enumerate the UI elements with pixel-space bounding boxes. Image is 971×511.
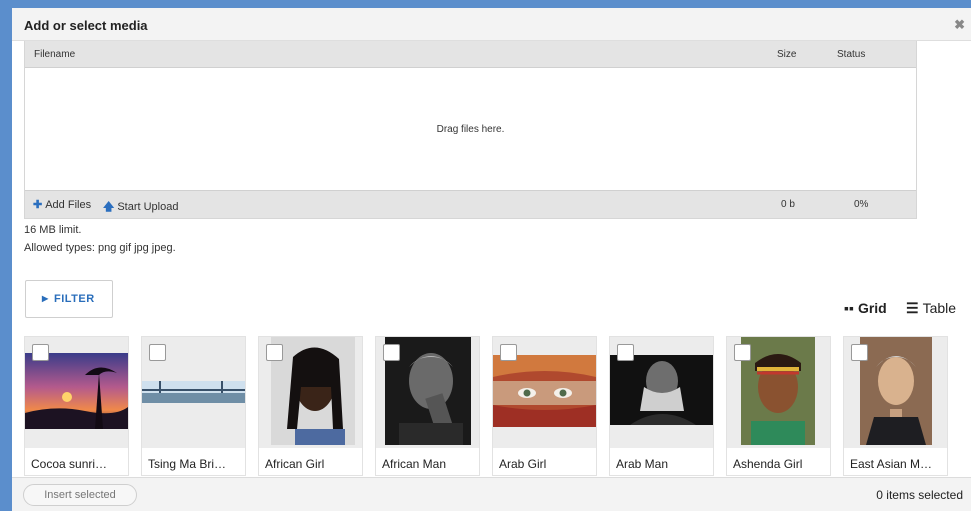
dialog-footer: Insert selected 0 items selected: [12, 477, 971, 511]
media-thumbnail: [271, 337, 355, 445]
screen: Add or select media ✖ Filename Size Stat…: [0, 0, 971, 511]
media-thumbnail: [610, 355, 713, 425]
media-name: African Man: [382, 457, 447, 471]
drop-zone[interactable]: Drag files here.: [25, 68, 916, 190]
add-files-button[interactable]: ✚ Add Files: [33, 198, 91, 211]
media-item[interactable]: Cocoa sunri…: [24, 336, 129, 476]
add-files-label: Add Files: [45, 199, 92, 211]
filter-button[interactable]: ▶ FILTER: [25, 280, 113, 318]
uploader-header: Filename Size Status: [25, 41, 916, 68]
column-size: Size: [777, 49, 797, 60]
media-checkbox[interactable]: [149, 344, 166, 361]
grid-view-toggle[interactable]: ▪▪ Grid: [844, 300, 887, 316]
triangle-right-icon: ▶: [42, 294, 49, 303]
media-item[interactable]: Arab Girl: [492, 336, 597, 476]
start-upload-label: Start Upload: [117, 201, 179, 213]
media-name: Arab Man: [616, 457, 669, 471]
media-item[interactable]: East Asian M…: [843, 336, 948, 476]
column-status: Status: [837, 49, 866, 60]
media-name: Cocoa sunri…: [31, 457, 108, 471]
media-checkbox[interactable]: [500, 344, 517, 361]
media-item[interactable]: African Girl: [258, 336, 363, 476]
window-border-left: [0, 0, 12, 511]
window-border-top: [0, 0, 971, 8]
uploader-footer: ✚ Add Files 🡅 Start Upload 0 b 0%: [25, 190, 916, 218]
dialog-titlebar: Add or select media ✖: [12, 8, 971, 41]
arrow-up-icon: 🡅: [103, 201, 115, 213]
dialog-title: Add or select media: [24, 18, 148, 33]
close-icon[interactable]: ✖: [954, 17, 965, 33]
media-checkbox[interactable]: [383, 344, 400, 361]
plus-icon: ✚: [33, 199, 43, 211]
media-checkbox[interactable]: [617, 344, 634, 361]
media-thumbnail: [25, 353, 128, 429]
media-item[interactable]: Arab Man: [609, 336, 714, 476]
insert-selected-button[interactable]: Insert selected: [23, 484, 137, 506]
table-view-toggle[interactable]: ☰ Table: [906, 300, 956, 317]
media-item[interactable]: Ashenda Girl: [726, 336, 831, 476]
allowed-types-text: Allowed types: png gif jpg jpeg.: [24, 242, 176, 254]
total-status: 0%: [854, 199, 869, 210]
media-name: African Girl: [265, 457, 325, 471]
media-checkbox[interactable]: [32, 344, 49, 361]
filter-label: FILTER: [54, 293, 95, 305]
media-checkbox[interactable]: [851, 344, 868, 361]
media-thumbnail: [142, 381, 245, 403]
column-filename: Filename: [34, 49, 76, 60]
media-grid: Cocoa sunri… Tsing Ma Bri… African Girl …: [24, 336, 971, 476]
media-checkbox[interactable]: [734, 344, 751, 361]
media-thumbnail: [860, 337, 932, 445]
grid-label: Grid: [857, 300, 887, 316]
grid-icon: ▪▪: [844, 300, 854, 316]
table-label: Table: [922, 300, 957, 316]
start-upload-button[interactable]: 🡅 Start Upload: [103, 198, 178, 217]
size-limit-text: 16 MB limit.: [24, 224, 82, 236]
media-name: Tsing Ma Bri…: [148, 457, 227, 471]
list-icon: ☰: [906, 300, 919, 316]
media-item[interactable]: Tsing Ma Bri…: [141, 336, 246, 476]
file-uploader: Filename Size Status Drag files here. ✚ A…: [24, 41, 917, 219]
media-name: Arab Girl: [499, 457, 547, 471]
drop-zone-text: Drag files here.: [436, 124, 505, 135]
media-thumbnail: [741, 337, 815, 445]
media-name: East Asian M…: [850, 457, 933, 471]
media-checkbox[interactable]: [266, 344, 283, 361]
media-name: Ashenda Girl: [733, 457, 803, 471]
media-item[interactable]: African Man: [375, 336, 480, 476]
selection-count: 0 items selected: [876, 488, 963, 502]
total-size: 0 b: [781, 199, 795, 210]
media-thumbnail: [493, 355, 596, 427]
media-dialog: Add or select media ✖ Filename Size Stat…: [12, 8, 971, 511]
